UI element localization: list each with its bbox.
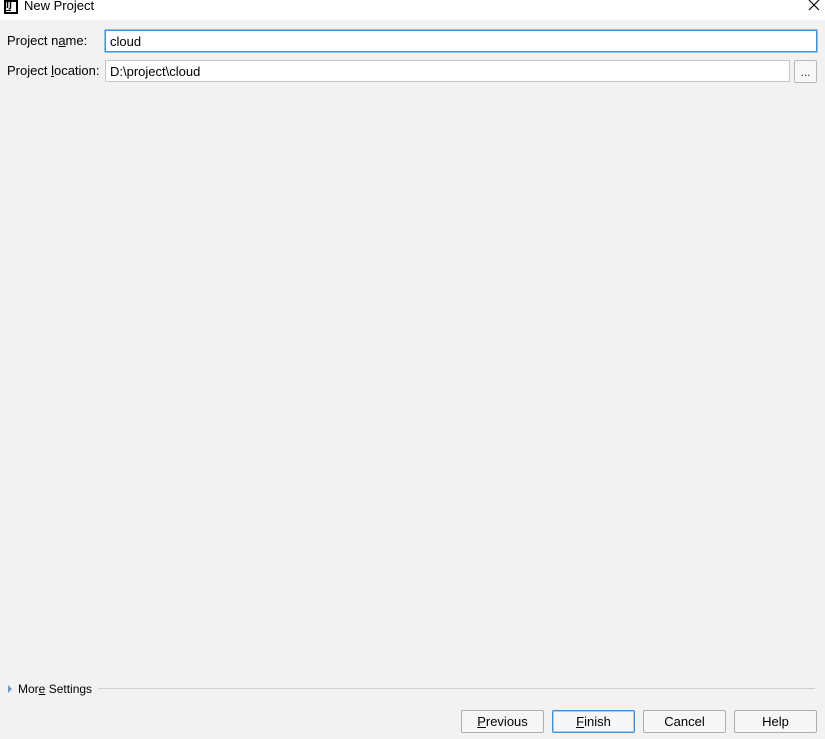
more-settings-label: More Settings <box>18 682 93 696</box>
project-location-label: Project location: <box>7 63 100 78</box>
project-location-input[interactable] <box>105 60 790 82</box>
window-title: New Project <box>24 0 95 13</box>
title-bar: IJ New Project <box>0 0 825 20</box>
project-name-label: Project name: <box>7 33 88 48</box>
finish-button[interactable]: Finish <box>552 710 635 733</box>
cancel-button[interactable]: Cancel <box>643 710 726 733</box>
new-project-dialog: IJ New Project Project name: Project loc… <box>0 0 825 739</box>
intellij-idea-icon: IJ <box>4 0 18 14</box>
project-name-input[interactable] <box>105 30 817 52</box>
previous-button[interactable]: Previous <box>461 710 544 733</box>
browse-location-button[interactable]: ... <box>794 60 817 83</box>
help-button[interactable]: Help <box>734 710 817 733</box>
more-settings-toggle[interactable]: More Settings <box>6 681 92 697</box>
close-icon[interactable] <box>806 0 822 13</box>
app-icon-glyph: IJ <box>6 1 12 10</box>
triangle-right-icon <box>8 685 12 693</box>
settings-divider <box>98 688 815 689</box>
